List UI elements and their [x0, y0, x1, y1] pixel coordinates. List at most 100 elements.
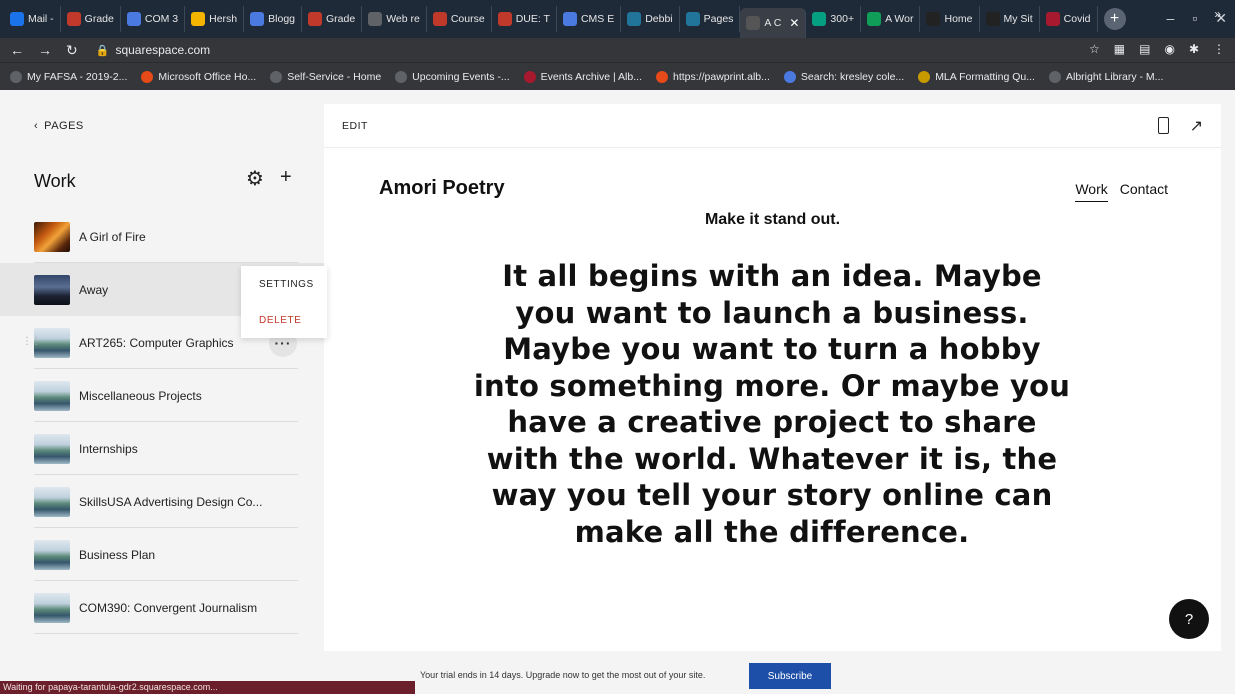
browser-tab[interactable]: CMS E [557, 6, 622, 32]
profile-extension-icon[interactable]: ◉ [1164, 42, 1174, 56]
tab-label: Web re [386, 13, 420, 25]
subscribe-button[interactable]: Subscribe [749, 663, 831, 689]
back-to-pages-link[interactable]: ‹ PAGES [34, 120, 84, 132]
tab-label: CMS E [580, 13, 615, 25]
page-label: ART265: Computer Graphics [79, 335, 234, 350]
tab-label: Grade [326, 13, 356, 25]
bookmark-favicon-icon [1048, 70, 1061, 83]
tab-label: Hersh [209, 13, 238, 25]
bookmark-favicon-icon [918, 70, 931, 83]
browser-tab[interactable]: Covid [1040, 6, 1098, 32]
minimize-icon[interactable]: – [1167, 10, 1175, 27]
extension-icon[interactable]: ▦ [1114, 42, 1125, 56]
tab-label: COM 3 [144, 13, 179, 25]
maximize-icon[interactable]: ▫ [1192, 10, 1197, 27]
tagline: Make it stand out. [704, 211, 841, 228]
menu-kebab-icon[interactable]: ⋮ [1213, 42, 1225, 56]
site-title[interactable]: Amori Poetry [379, 177, 505, 200]
squarespace-icon [746, 16, 761, 30]
browser-tab[interactable]: Grade [61, 6, 121, 32]
tab-label: 300+ [830, 13, 855, 25]
bookmark-favicon-icon [10, 70, 22, 83]
page-label: Internships [79, 441, 138, 456]
shield-icon [1045, 12, 1060, 26]
status-bar: Waiting for papaya-tarantula-gdr2.square… [0, 681, 415, 694]
nav-work[interactable]: Work [1075, 181, 1108, 202]
browser-tab[interactable]: A Wor [861, 6, 921, 32]
star-icon[interactable]: ☆ [1089, 42, 1100, 56]
bookmark-label: Albright Library - M... [1065, 70, 1164, 83]
browser-tab[interactable]: Mail - [4, 6, 61, 32]
drive-icon [867, 12, 882, 26]
browser-tab[interactable]: Blogg [244, 6, 302, 32]
page-thumbnail [34, 539, 70, 570]
gear-icon[interactable]: ⚙ [246, 166, 264, 191]
tab-label: Covid [1063, 13, 1091, 25]
tab-label: A C [764, 17, 782, 29]
browser-tab[interactable]: Pages [680, 6, 741, 32]
bookmark-item[interactable]: Upcoming Events -... [395, 70, 510, 83]
bookmark-item[interactable]: My FAFSA - 2019-2... [10, 70, 127, 83]
browser-tab[interactable]: 300+ [806, 6, 862, 32]
docs-icon [562, 12, 577, 26]
settings-menu-item[interactable]: SETTINGS [241, 266, 327, 302]
edit-button[interactable]: EDIT [342, 120, 368, 132]
page-context-menu: SETTINGS DELETE [241, 266, 327, 338]
browser-tab[interactable]: Home [920, 6, 980, 32]
tab-label: Pages [703, 13, 734, 25]
site-nav: Work Contact [1075, 181, 1168, 202]
page-list-item[interactable]: Business Plan [0, 528, 324, 581]
preview-toolbar: EDIT ↗ [324, 104, 1221, 148]
bookmark-item[interactable]: https://pawprint.alb... [656, 70, 770, 83]
bookmark-item[interactable]: Search: kresley cole... [783, 70, 904, 83]
page-thumbnail [34, 274, 70, 305]
page-list-item[interactable]: Miscellaneous Projects [0, 369, 324, 422]
close-tab-icon[interactable]: ✕ [789, 16, 799, 30]
browser-tab[interactable]: COM 3 [121, 6, 186, 32]
page-list-item[interactable]: A Girl of Fire [0, 210, 324, 263]
drag-handle-icon[interactable]: ⋮⋮ [22, 336, 41, 347]
url-field[interactable]: squarespace.com [115, 43, 210, 57]
bookmark-item[interactable]: Albright Library - M... [1048, 70, 1164, 83]
mobile-view-icon[interactable] [1158, 117, 1169, 134]
reload-icon[interactable]: ↻ [66, 42, 78, 59]
mail-icon [10, 12, 24, 26]
bookmark-item[interactable]: MLA Formatting Qu... [918, 70, 1035, 83]
help-button[interactable]: ? [1169, 599, 1209, 639]
docs-icon [250, 12, 265, 26]
browser-tab[interactable]: Web re [362, 6, 427, 32]
docs-icon [126, 12, 141, 26]
browser-tab[interactable]: A C ✕ [740, 8, 807, 38]
new-tab-button[interactable]: + [1103, 8, 1126, 30]
page-list-item[interactable]: Internships [0, 422, 324, 475]
browser-tab[interactable]: DUE: T [492, 6, 557, 32]
site-preview: EDIT ↗ Amori Poetry Work Contact Make it… [324, 104, 1221, 651]
delete-menu-item[interactable]: DELETE [241, 302, 327, 338]
hero-text: It all begins with an idea. Maybe you wa… [473, 259, 1071, 549]
browser-tab[interactable]: Grade [302, 6, 363, 32]
pages-sidebar: ‹ PAGES Work ⚙ + A Girl of Fire Away ⋮⋮ ART… [0, 90, 324, 658]
page-label: Miscellaneous Projects [79, 388, 202, 403]
page-list-item[interactable]: SkillsUSA Advertising Design Co... [0, 475, 324, 528]
browser-tab[interactable]: Debbi [621, 6, 680, 32]
bookmark-favicon-icon [395, 70, 408, 83]
tab-label: Blogg [268, 13, 295, 25]
grade-icon [66, 12, 81, 26]
bookmarks-overflow[interactable]: » [1214, 7, 1221, 21]
nav-contact[interactable]: Contact [1120, 181, 1168, 202]
back-arrow-icon[interactable]: ← [10, 42, 24, 59]
browser-tab[interactable]: My Sit [980, 6, 1040, 32]
forward-arrow-icon[interactable]: → [38, 42, 52, 59]
bookmark-item[interactable]: Events Archive | Alb... [523, 70, 642, 83]
browser-tab[interactable]: Hersh [185, 6, 245, 32]
page-label: COM390: Convergent Journalism [79, 600, 258, 615]
bookmark-item[interactable]: Microsoft Office Ho... [141, 70, 256, 83]
docs-extension-icon[interactable]: ▤ [1139, 42, 1150, 56]
lock-icon[interactable]: 🔒 [96, 44, 110, 57]
expand-arrow-icon[interactable]: ↗ [1190, 116, 1203, 136]
puzzle-icon[interactable]: ✱ [1189, 42, 1199, 56]
bookmark-item[interactable]: Self-Service - Home [270, 70, 381, 83]
browser-tab[interactable]: Course [427, 6, 492, 32]
add-page-icon[interactable]: + [280, 166, 292, 191]
page-list-item[interactable]: COM390: Convergent Journalism [0, 581, 324, 634]
